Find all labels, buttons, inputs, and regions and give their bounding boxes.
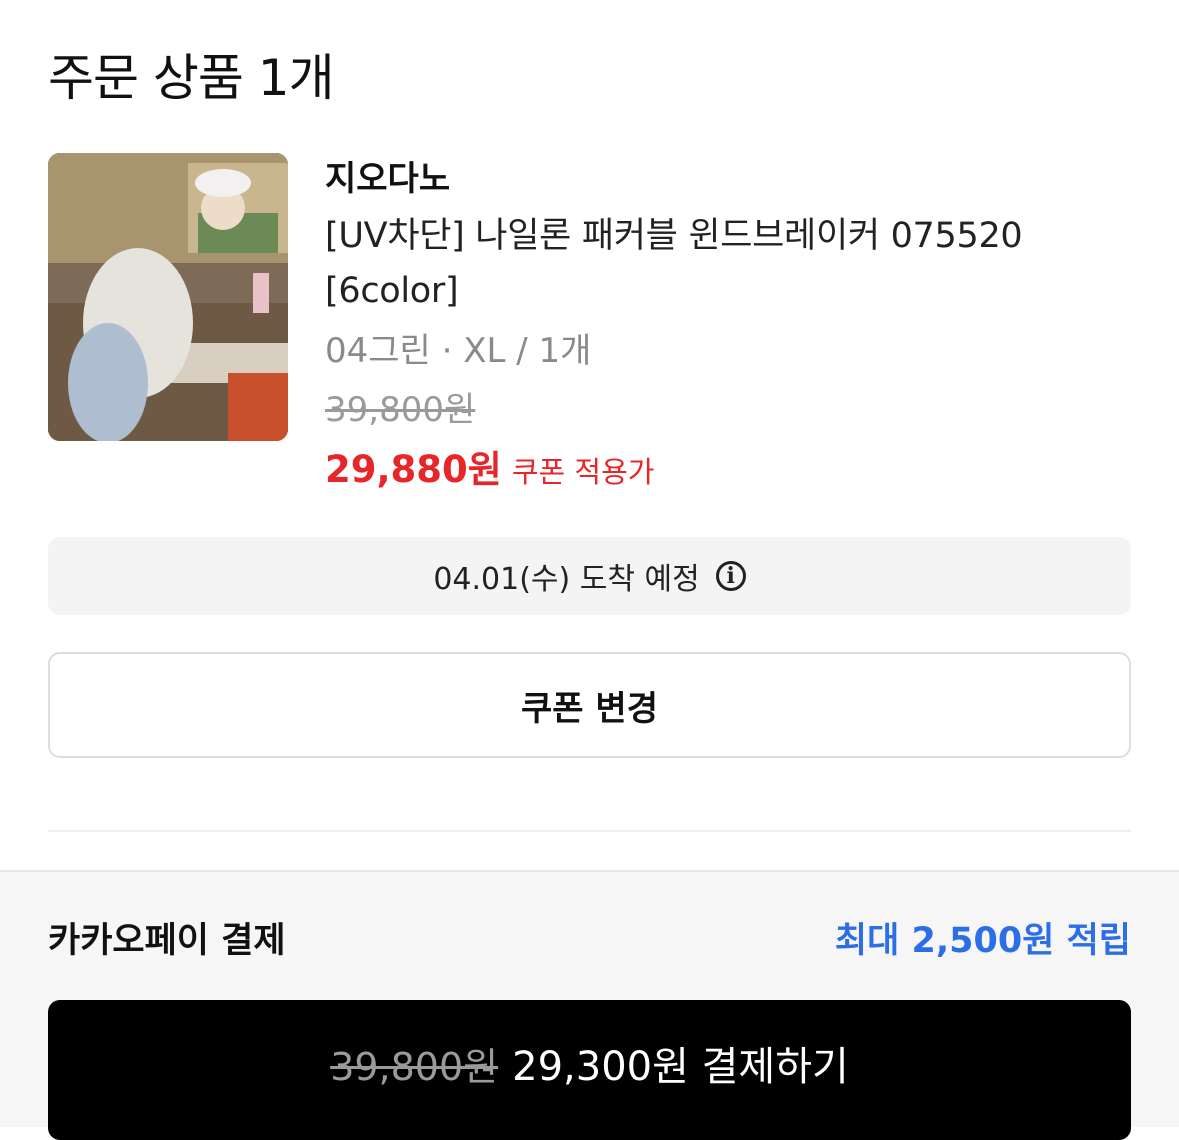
original-price: 39,800원 bbox=[325, 390, 476, 430]
divider bbox=[48, 830, 1131, 832]
sale-price-row: 29,880원 쿠폰 적용가 bbox=[325, 439, 1125, 493]
product-info: 지오다노 [UV차단] 나일론 패커블 윈드브레이커 075520 [6colo… bbox=[325, 153, 1125, 493]
page-title: 주문 상품 1개 bbox=[48, 49, 335, 107]
product-option: 04그린 · XL / 1개 bbox=[325, 331, 592, 371]
coupon-applied-label: 쿠폰 적용가 bbox=[511, 455, 655, 489]
delivery-text: 04.01(수) 도착 예정 bbox=[433, 562, 700, 597]
info-icon[interactable]: i bbox=[715, 561, 746, 591]
change-coupon-button[interactable]: 쿠폰 변경 bbox=[48, 652, 1131, 758]
product-brand[interactable]: 지오다노 bbox=[325, 153, 1125, 205]
pay-button-original-price: 39,800원 bbox=[330, 1045, 499, 1089]
payment-panel: 카카오페이 결제 최대 2,500원 적립 39,800원 29,300원 결제… bbox=[0, 870, 1179, 1140]
pay-button[interactable]: 39,800원 29,300원 결제하기 bbox=[48, 1000, 1131, 1140]
payment-method-label: 카카오페이 결제 bbox=[48, 921, 286, 961]
product-name-line2: [6color] bbox=[325, 271, 459, 311]
product-name-line1: [UV차단] 나일론 패커블 윈드브레이커 075520 bbox=[325, 216, 1023, 256]
product-photo bbox=[48, 153, 288, 441]
product-image[interactable] bbox=[48, 153, 288, 441]
pay-button-label: 29,300원 결제하기 bbox=[512, 1044, 849, 1090]
sale-price: 29,880원 bbox=[325, 448, 502, 491]
product-name[interactable]: [UV차단] 나일론 패커블 윈드브레이커 075520 [6color] bbox=[325, 209, 1125, 319]
delivery-estimate: 04.01(수) 도착 예정 i bbox=[48, 537, 1131, 615]
reward-points-text: 최대 2,500원 적립 bbox=[834, 921, 1131, 961]
